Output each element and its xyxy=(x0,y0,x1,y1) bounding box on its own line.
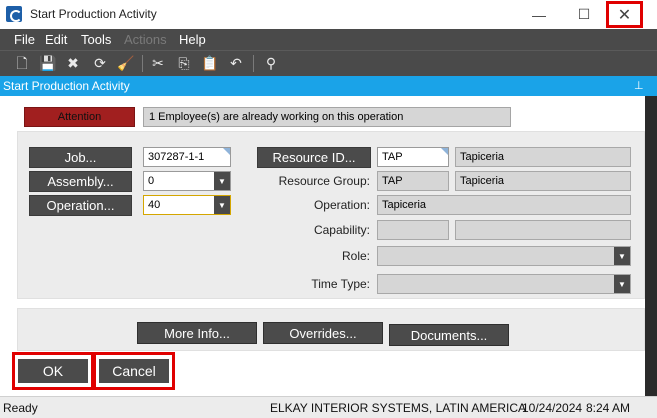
clear-icon[interactable]: 🧹 xyxy=(117,54,135,72)
window-title: Start Production Activity xyxy=(30,7,157,21)
capability-description xyxy=(455,220,631,240)
attention-label: Attention xyxy=(24,107,135,127)
assembly-button[interactable]: Assembly... xyxy=(29,171,132,192)
job-field[interactable]: 307287-1-1 xyxy=(143,147,231,167)
minimize-button[interactable]: — xyxy=(518,0,560,29)
documents-button[interactable]: Documents... xyxy=(389,324,509,346)
menu-tools[interactable]: Tools xyxy=(81,32,111,47)
more-info-button[interactable]: More Info... xyxy=(137,322,257,344)
new-icon[interactable]: 🗋 xyxy=(13,54,31,72)
capability-field xyxy=(377,220,449,240)
paste-icon[interactable]: 📋 xyxy=(201,54,219,72)
maximize-button[interactable]: ☐ xyxy=(563,0,605,29)
operation-dropdown[interactable]: 40 ▼ xyxy=(143,195,231,215)
pin-icon[interactable]: ⊥ xyxy=(634,79,644,92)
assembly-value: 0 xyxy=(148,175,155,187)
time-type-label: Time Type: xyxy=(311,277,370,291)
toolbar-separator xyxy=(142,55,143,72)
resource-group-label: Resource Group: xyxy=(278,174,370,188)
status-time: 8:24 AM xyxy=(586,401,631,415)
capability-label: Capability: xyxy=(313,223,370,237)
resource-id-button[interactable]: Resource ID... xyxy=(257,147,371,168)
close-button[interactable]: ✕ xyxy=(606,1,643,28)
copy-icon[interactable]: ⎘ xyxy=(175,54,193,72)
search-icon[interactable]: ⚲ xyxy=(262,54,280,72)
role-dropdown[interactable]: ▼ xyxy=(377,246,631,266)
time-type-dropdown[interactable]: ▼ xyxy=(377,274,631,294)
operation-button[interactable]: Operation... xyxy=(29,195,132,216)
window-edge xyxy=(645,96,657,396)
chevron-down-icon[interactable]: ▼ xyxy=(614,275,630,293)
chevron-down-icon[interactable]: ▼ xyxy=(614,247,630,265)
status-bar: Ready ELKAY INTERIOR SYSTEMS, LATIN AMER… xyxy=(0,396,657,418)
menu-bar: File Edit Tools Actions Help xyxy=(0,29,657,50)
cut-icon[interactable]: ✂ xyxy=(149,54,167,72)
operation-value: 40 xyxy=(148,199,161,211)
cancel-button-highlight: Cancel xyxy=(93,352,175,390)
menu-actions[interactable]: Actions xyxy=(124,32,167,47)
status-date: 10/24/2024 xyxy=(522,401,583,415)
toolbar: 🗋 💾 ✖ ⟳ 🧹 ✂ ⎘ 📋 ↶ ⚲ xyxy=(0,50,657,76)
overrides-button[interactable]: Overrides... xyxy=(263,322,383,344)
toolbar-separator xyxy=(253,55,254,72)
status-text: Ready xyxy=(3,401,38,415)
assembly-dropdown[interactable]: 0 ▼ xyxy=(143,171,231,191)
resource-id-field[interactable]: TAP xyxy=(377,147,449,167)
menu-help[interactable]: Help xyxy=(179,32,206,47)
undo-icon[interactable]: ↶ xyxy=(227,54,245,72)
ok-button[interactable]: OK xyxy=(18,359,88,383)
panel-title: Start Production Activity xyxy=(3,79,130,93)
resource-group-description: Tapiceria xyxy=(455,171,631,191)
chevron-down-icon[interactable]: ▼ xyxy=(214,172,230,190)
chevron-down-icon[interactable]: ▼ xyxy=(214,196,230,214)
attention-message: 1 Employee(s) are already working on thi… xyxy=(143,107,511,127)
app-logo-icon xyxy=(6,6,22,22)
role-label: Role: xyxy=(341,249,370,263)
ok-button-highlight: OK xyxy=(12,352,94,390)
menu-file[interactable]: File xyxy=(14,32,35,47)
cancel-button[interactable]: Cancel xyxy=(99,359,169,383)
menu-edit[interactable]: Edit xyxy=(45,32,67,47)
operation-description: Tapiceria xyxy=(377,195,631,215)
resource-group-field: TAP xyxy=(377,171,449,191)
delete-icon[interactable]: ✖ xyxy=(64,54,82,72)
window-titlebar: Start Production Activity — ☐ ✕ xyxy=(0,0,657,29)
save-icon[interactable]: 💾 xyxy=(39,54,57,72)
panel-header: Start Production Activity ⊥ xyxy=(0,76,657,96)
refresh-icon[interactable]: ⟳ xyxy=(91,54,109,72)
status-company: ELKAY INTERIOR SYSTEMS, LATIN AMERICA xyxy=(270,401,527,415)
operation-label: Operation: xyxy=(313,198,370,212)
job-button[interactable]: Job... xyxy=(29,147,132,168)
resource-id-description: Tapiceria xyxy=(455,147,631,167)
